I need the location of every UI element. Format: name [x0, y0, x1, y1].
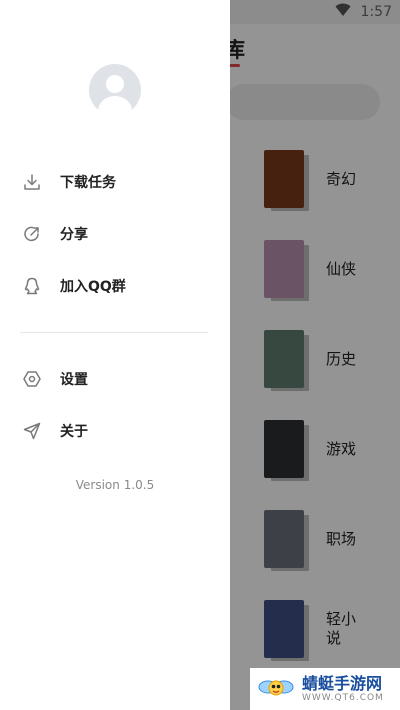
menu-divider	[20, 332, 208, 333]
watermark-title: 蜻蜓手游网	[302, 673, 383, 693]
version-label: Version 1.0.5	[75, 478, 155, 492]
avatar[interactable]	[89, 64, 141, 116]
menu-item-join-qq[interactable]: 加入QQ群	[0, 266, 230, 306]
menu-label: 下载任务	[60, 175, 116, 191]
send-icon	[22, 421, 42, 441]
avatar-body	[98, 96, 132, 116]
menu-label: 分享	[60, 227, 88, 243]
dragonfly-logo-icon	[258, 674, 294, 704]
settings-icon	[22, 369, 42, 389]
menu-item-share[interactable]: 分享	[0, 214, 230, 254]
menu-label: 设置	[60, 372, 88, 388]
menu-label: 加入QQ群	[60, 279, 126, 295]
qq-icon	[22, 276, 42, 296]
menu-item-about[interactable]: 关于	[0, 411, 230, 451]
menu-item-settings[interactable]: 设置	[0, 359, 230, 399]
site-watermark: 蜻蜓手游网 WWW.QT6.COM	[250, 668, 400, 710]
download-icon	[22, 172, 42, 192]
menu-label: 关于	[60, 424, 88, 440]
avatar-head	[106, 75, 124, 93]
menu-item-downloads[interactable]: 下载任务	[0, 162, 230, 202]
share-icon	[22, 224, 42, 244]
watermark-url: WWW.QT6.COM	[302, 692, 384, 703]
navigation-drawer: 下载任务 分享 加入QQ群 设置 关于 Version 1.0.5	[0, 0, 230, 710]
